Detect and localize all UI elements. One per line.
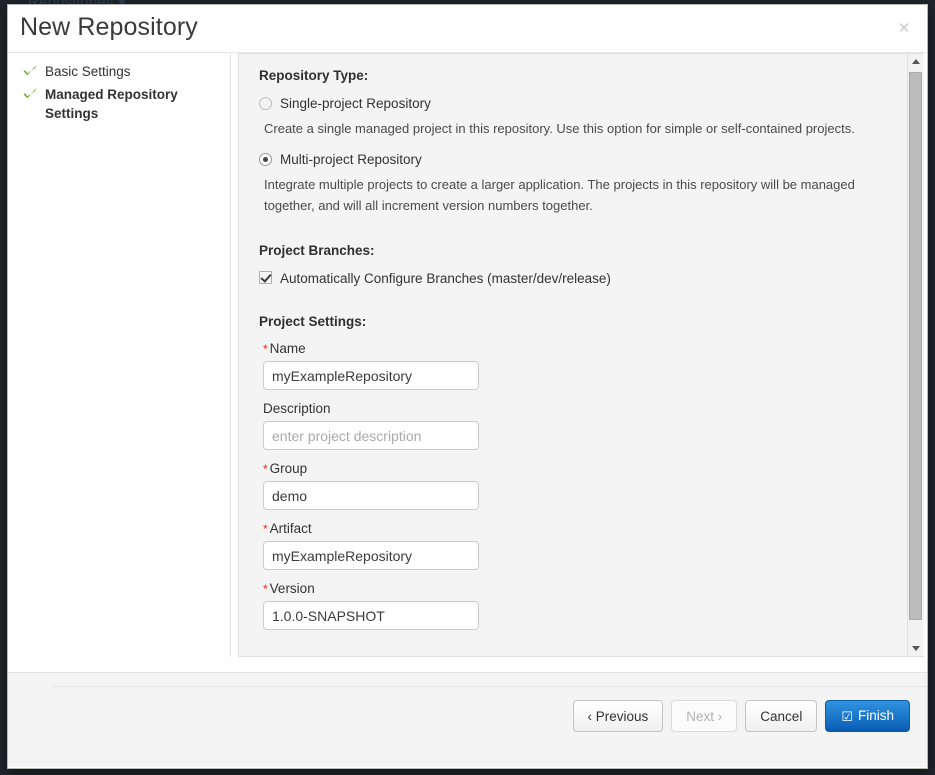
scrollbar-thumb[interactable]: [909, 72, 922, 620]
scroll-up-arrow-icon[interactable]: [908, 54, 923, 69]
dialog-body: Basic Settings Managed Repository Settin…: [8, 53, 927, 672]
radio-multi-project-repository[interactable]: Multi-project Repository: [259, 151, 907, 168]
dialog-header: New Repository ×: [8, 5, 927, 53]
steps-divider: [230, 53, 231, 657]
required-marker: *: [263, 462, 268, 476]
single-project-description: Create a single managed project in this …: [264, 118, 878, 139]
required-marker: *: [263, 342, 268, 356]
field-artifact: *Artifact: [259, 521, 907, 570]
sidebar-item-label: Basic Settings: [45, 64, 131, 79]
field-name: *Name: [259, 341, 907, 390]
checkbox-auto-configure-branches[interactable]: Automatically Configure Branches (master…: [259, 270, 907, 287]
description-input[interactable]: [263, 421, 479, 450]
radio-single-project-repository[interactable]: Single-project Repository: [259, 95, 907, 112]
field-group: *Group: [259, 461, 907, 510]
footer-divider: [52, 686, 927, 687]
checkbox-check-icon: ☑: [841, 709, 853, 725]
checkbox-label: Automatically Configure Branches (master…: [280, 271, 611, 286]
name-input[interactable]: [263, 361, 479, 390]
footer-button-group: ‹ Previous Next › Cancel ☑ Finish: [573, 700, 911, 732]
version-input[interactable]: [263, 601, 479, 630]
radio-checked-icon: [259, 153, 272, 166]
repository-type-heading: Repository Type:: [259, 68, 907, 83]
radio-unchecked-icon: [259, 97, 272, 110]
settings-scroll-panel: Repository Type: Single-project Reposito…: [238, 53, 924, 657]
field-label-group: *Group: [259, 461, 907, 476]
sidebar-item-basic-settings[interactable]: Basic Settings: [22, 62, 223, 81]
checkmark-icon: [22, 63, 38, 79]
next-button[interactable]: Next ›: [671, 700, 737, 732]
checkmark-icon: [22, 86, 38, 102]
artifact-input[interactable]: [263, 541, 479, 570]
close-icon[interactable]: ×: [892, 17, 916, 41]
sidebar-item-managed-repository-settings[interactable]: Managed Repository Settings: [22, 85, 223, 123]
finish-button[interactable]: ☑ Finish: [825, 700, 910, 732]
project-branches-heading: Project Branches:: [259, 243, 907, 258]
vertical-scrollbar[interactable]: [907, 54, 922, 656]
sidebar-item-label: Managed Repository Settings: [45, 87, 178, 121]
checkbox-checked-icon: [259, 271, 272, 284]
previous-button[interactable]: ‹ Previous: [573, 700, 664, 732]
radio-label: Single-project Repository: [280, 96, 431, 111]
field-description: Description: [259, 401, 907, 450]
scroll-down-arrow-icon[interactable]: [908, 641, 923, 656]
field-label-name: *Name: [259, 341, 907, 356]
field-label-artifact: *Artifact: [259, 521, 907, 536]
settings-form: Repository Type: Single-project Reposito…: [239, 54, 907, 630]
new-repository-dialog: New Repository × Basic Settings: [7, 4, 928, 769]
cancel-button[interactable]: Cancel: [745, 700, 817, 732]
project-settings-heading: Project Settings:: [259, 314, 907, 329]
field-version: *Version: [259, 581, 907, 630]
radio-label: Multi-project Repository: [280, 152, 422, 167]
group-input[interactable]: [263, 481, 479, 510]
dialog-footer: ‹ Previous Next › Cancel ☑ Finish: [8, 672, 927, 767]
page-title: New Repository: [20, 13, 198, 42]
multi-project-description: Integrate multiple projects to create a …: [264, 174, 878, 216]
field-label-version: *Version: [259, 581, 907, 596]
field-label-description: Description: [259, 401, 907, 416]
required-marker: *: [263, 582, 268, 596]
required-marker: *: [263, 522, 268, 536]
finish-button-label: Finish: [858, 708, 894, 723]
wizard-steps: Basic Settings Managed Repository Settin…: [8, 53, 223, 127]
